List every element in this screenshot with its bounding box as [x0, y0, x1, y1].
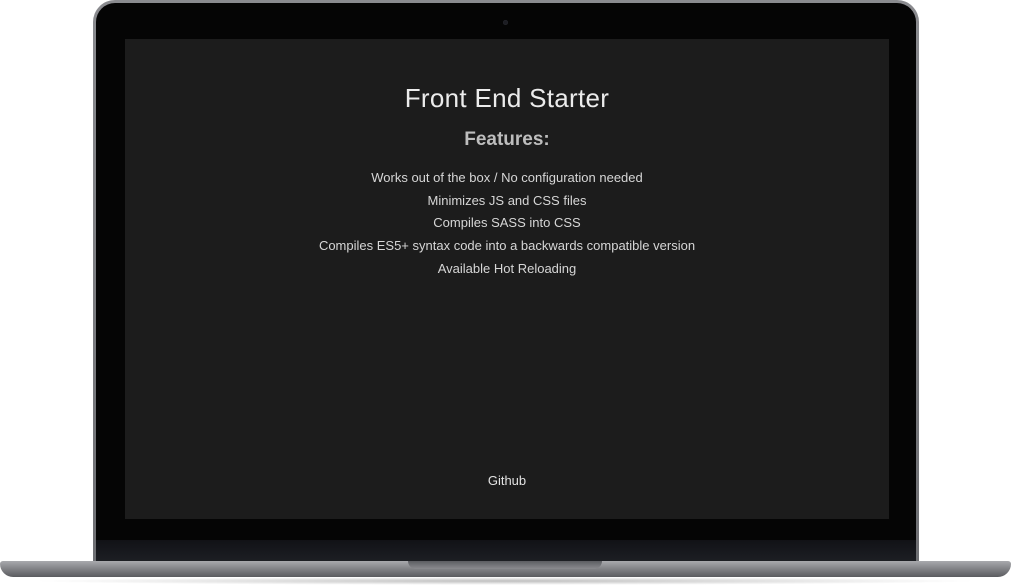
camera-icon	[503, 20, 508, 25]
features-list: Works out of the box / No configuration …	[125, 167, 889, 280]
feature-item: Compiles SASS into CSS	[433, 215, 581, 231]
github-link[interactable]: Github	[125, 473, 889, 488]
feature-item: Available Hot Reloading	[437, 260, 577, 276]
feature-item: Works out of the box / No configuration …	[371, 170, 643, 185]
feature-item: Compiles ES5+ syntax code into a backwar…	[318, 238, 696, 254]
bezel-chin	[96, 540, 916, 562]
page-title: Front End Starter	[404, 83, 610, 113]
features-heading: Features:	[464, 129, 550, 150]
feature-item: Minimizes JS and CSS files	[427, 192, 587, 208]
laptop-mockup: Front End Starter Features: Works out of…	[0, 0, 1011, 588]
laptop-base-notch	[408, 561, 602, 569]
laptop-shadow	[30, 577, 981, 585]
browser-viewport: Front End Starter Features: Works out of…	[125, 39, 889, 519]
